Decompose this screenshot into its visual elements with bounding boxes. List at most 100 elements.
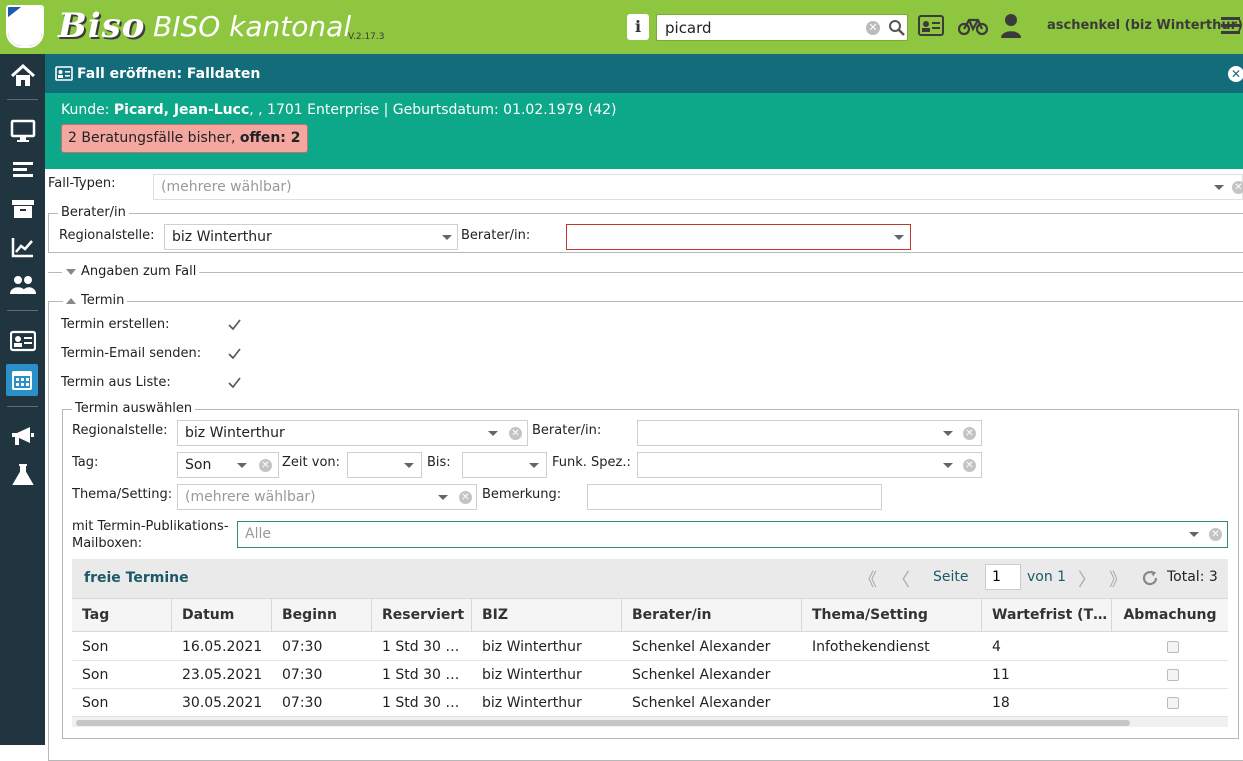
refresh-icon[interactable] [1141, 569, 1159, 587]
clear-icon[interactable]: ✕ [1232, 181, 1243, 194]
berater-select[interactable] [566, 224, 911, 250]
clear-icon[interactable]: ✕ [259, 459, 272, 472]
chevron-down-icon[interactable] [529, 463, 539, 468]
clear-icon[interactable]: ✕ [1209, 528, 1222, 541]
chevron-down-icon[interactable] [943, 431, 953, 436]
chevron-down-icon[interactable] [1214, 185, 1224, 190]
termin-auswahl-legend: Termin auswählen [72, 401, 196, 416]
ta-bemerkung-input[interactable] [587, 484, 882, 510]
cell-berater: Schenkel Alexander [632, 639, 771, 655]
bicycle-icon[interactable] [958, 16, 988, 36]
flask-icon[interactable] [0, 456, 45, 494]
prev-page-icon[interactable]: 〈 [892, 566, 910, 592]
customer-line: Kunde: Picard, Jean-Lucc, , 1701 Enterpr… [61, 102, 617, 118]
clear-icon[interactable]: ✕ [509, 427, 522, 440]
col-berater[interactable]: Berater/in [622, 599, 802, 632]
user-name[interactable]: aschenkel (biz Winterthur) [1047, 18, 1243, 33]
user-icon[interactable] [1000, 13, 1022, 39]
chevron-down-icon[interactable] [943, 463, 953, 468]
termin-liste-checkbox[interactable] [227, 376, 241, 390]
ta-zeit-von-select[interactable] [347, 452, 422, 478]
archive-icon[interactable] [0, 190, 45, 228]
clear-icon[interactable]: ✕ [963, 427, 976, 440]
ta-tag-select[interactable]: Son ✕ [177, 452, 279, 478]
ta-bis-select[interactable] [462, 452, 547, 478]
clear-search-icon[interactable]: ✕ [866, 21, 880, 35]
megaphone-icon[interactable] [0, 417, 45, 455]
horizontal-scrollbar[interactable] [72, 717, 1228, 727]
cell-biz: biz Winterthur [482, 667, 582, 683]
customer-name[interactable]: Picard, Jean-Lucc [114, 102, 249, 118]
chevron-down-icon[interactable] [404, 463, 414, 468]
id-card-icon[interactable] [918, 14, 944, 38]
id-card-icon [55, 66, 73, 81]
sidebar [0, 54, 45, 745]
table-row[interactable]: Son 16.05.2021 07:30 1 Std 30 … biz Wint… [72, 633, 1228, 661]
chart-icon[interactable] [0, 228, 45, 266]
ta-berater-select[interactable]: ✕ [637, 420, 982, 446]
col-abmachung[interactable]: Abmachung [1112, 599, 1228, 632]
col-beginn[interactable]: Beginn [272, 599, 372, 632]
table-row[interactable]: Son 23.05.2021 07:30 1 Std 30 … biz Wint… [72, 661, 1228, 689]
ta-thema-label: Thema/Setting: [72, 487, 173, 502]
ta-bis-label: Bis: [427, 455, 451, 470]
close-icon[interactable]: ✕ [1228, 66, 1243, 82]
search-icon[interactable] [888, 19, 906, 37]
ta-tag-label: Tag: [72, 455, 99, 470]
termin-erstellen-label: Termin erstellen: [61, 317, 170, 332]
chevron-down-icon[interactable] [438, 495, 448, 500]
table-row[interactable]: Son 30.05.2021 07:30 1 Std 30 … biz Wint… [72, 689, 1228, 717]
ta-regionalstelle-select[interactable]: biz Winterthur ✕ [177, 420, 528, 446]
list-icon[interactable] [0, 151, 45, 189]
ta-mailbox-select[interactable]: Alle ✕ [237, 521, 1228, 548]
angaben-toggle[interactable]: Angaben zum Fall [63, 264, 200, 279]
calendar-icon[interactable] [6, 364, 38, 396]
chevron-down-icon[interactable] [237, 463, 247, 468]
termin-email-checkbox[interactable] [227, 347, 241, 361]
chevron-down-icon[interactable] [894, 235, 904, 240]
abmachung-checkbox[interactable] [1167, 697, 1179, 709]
chevron-down-icon[interactable] [442, 235, 452, 240]
scrollbar-thumb[interactable] [76, 720, 1130, 726]
termin-toggle[interactable]: Termin [63, 293, 128, 308]
cell-thema: Infothekendienst [812, 639, 930, 655]
clear-icon[interactable]: ✕ [459, 491, 472, 504]
chevron-down-icon[interactable] [1189, 532, 1199, 537]
col-reserviert[interactable]: Reserviert [372, 599, 472, 632]
regionalstelle-select[interactable]: biz Winterthur [164, 224, 458, 250]
ta-tag-value: Son [185, 457, 212, 473]
cell-berater: Schenkel Alexander [632, 695, 771, 711]
grid-title: freie Termine [84, 570, 189, 586]
chevron-down-icon[interactable] [488, 431, 498, 436]
home-icon[interactable] [0, 57, 45, 95]
first-page-icon[interactable]: 《 [859, 566, 877, 592]
col-tag[interactable]: Tag [72, 599, 172, 632]
termin-liste-label: Termin aus Liste: [61, 375, 171, 390]
page-input[interactable] [985, 564, 1021, 590]
cell-tag: Son [82, 667, 109, 683]
clear-icon[interactable]: ✕ [963, 459, 976, 472]
collapse-icon [66, 297, 76, 304]
users-icon[interactable] [0, 266, 45, 304]
ta-funk-select[interactable]: ✕ [637, 452, 982, 478]
fall-typen-select[interactable]: (mehrere wählbar) ✕ [153, 174, 1243, 200]
search-input[interactable] [665, 19, 855, 37]
col-thema[interactable]: Thema/Setting [802, 599, 982, 632]
id-card-icon[interactable] [0, 322, 45, 360]
info-button[interactable]: i [627, 14, 649, 40]
next-page-icon[interactable]: 〉 [1078, 566, 1096, 592]
cases-badge[interactable]: 2 Beratungsfälle bisher, offen: 2 [61, 124, 308, 153]
app-version: V.2.17.3 [348, 32, 385, 42]
last-page-icon[interactable]: 》 [1109, 566, 1127, 592]
ta-thema-select[interactable]: (mehrere wählbar) ✕ [177, 484, 477, 510]
col-wartefrist[interactable]: Wartefrist (T… [982, 599, 1112, 632]
col-biz[interactable]: BIZ [472, 599, 622, 632]
termin-erstellen-checkbox[interactable] [227, 318, 241, 332]
abmachung-checkbox[interactable] [1167, 641, 1179, 653]
abmachung-checkbox[interactable] [1167, 669, 1179, 681]
search-box[interactable]: ✕ [656, 14, 908, 41]
cell-reserviert: 1 Std 30 … [382, 639, 460, 655]
menu-icon[interactable] [1221, 17, 1240, 34]
monitor-icon[interactable] [0, 112, 45, 150]
col-datum[interactable]: Datum [172, 599, 272, 632]
